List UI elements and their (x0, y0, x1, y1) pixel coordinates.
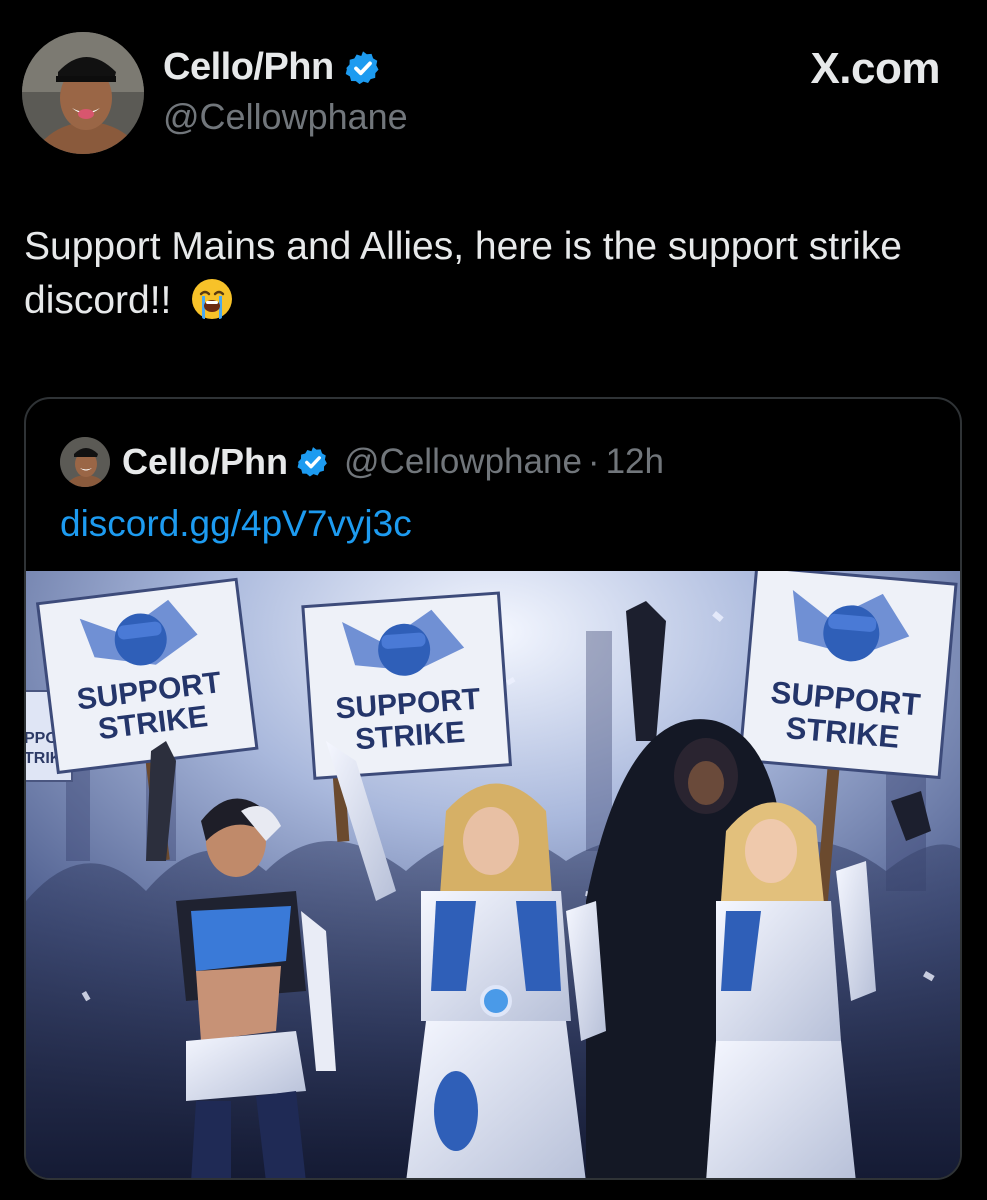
tweet-header: Cello/Phn @Cellowphane X.com (22, 30, 962, 154)
quoted-author-avatar[interactable] (60, 437, 110, 487)
verified-badge-icon (345, 50, 379, 84)
author-handle[interactable]: @Cellowphane (163, 96, 408, 138)
loudly-crying-face-icon (192, 279, 233, 319)
quoted-timestamp[interactable]: 12h (606, 442, 664, 482)
verified-badge-icon (297, 447, 327, 477)
quoted-tweet-card[interactable]: Cello/Phn @Cellowphane · 12h discord.gg/… (24, 397, 962, 1180)
x-brand-logo: X.com (810, 44, 940, 93)
author-name-row[interactable]: Cello/Phn (163, 46, 382, 89)
discord-invite-link[interactable]: discord.gg/4pV7vyj3c (60, 503, 412, 545)
support-strike-illustration[interactable]: PPO TRIK SUPPORT STRIKE SUPPORT STRIKE S… (26, 571, 962, 1180)
quoted-tweet-header: Cello/Phn @Cellowphane · 12h (60, 437, 664, 487)
tweet-text: Support Mains and Allies, here is the su… (24, 225, 902, 322)
separator-dot: · (587, 442, 600, 481)
quoted-author-display-name[interactable]: Cello/Phn (122, 441, 288, 483)
author-avatar[interactable] (22, 32, 144, 154)
quoted-author-handle[interactable]: @Cellowphane (344, 442, 582, 482)
author-display-name[interactable]: Cello/Phn (163, 46, 334, 89)
tweet-body: Support Mains and Allies, here is the su… (24, 220, 954, 328)
